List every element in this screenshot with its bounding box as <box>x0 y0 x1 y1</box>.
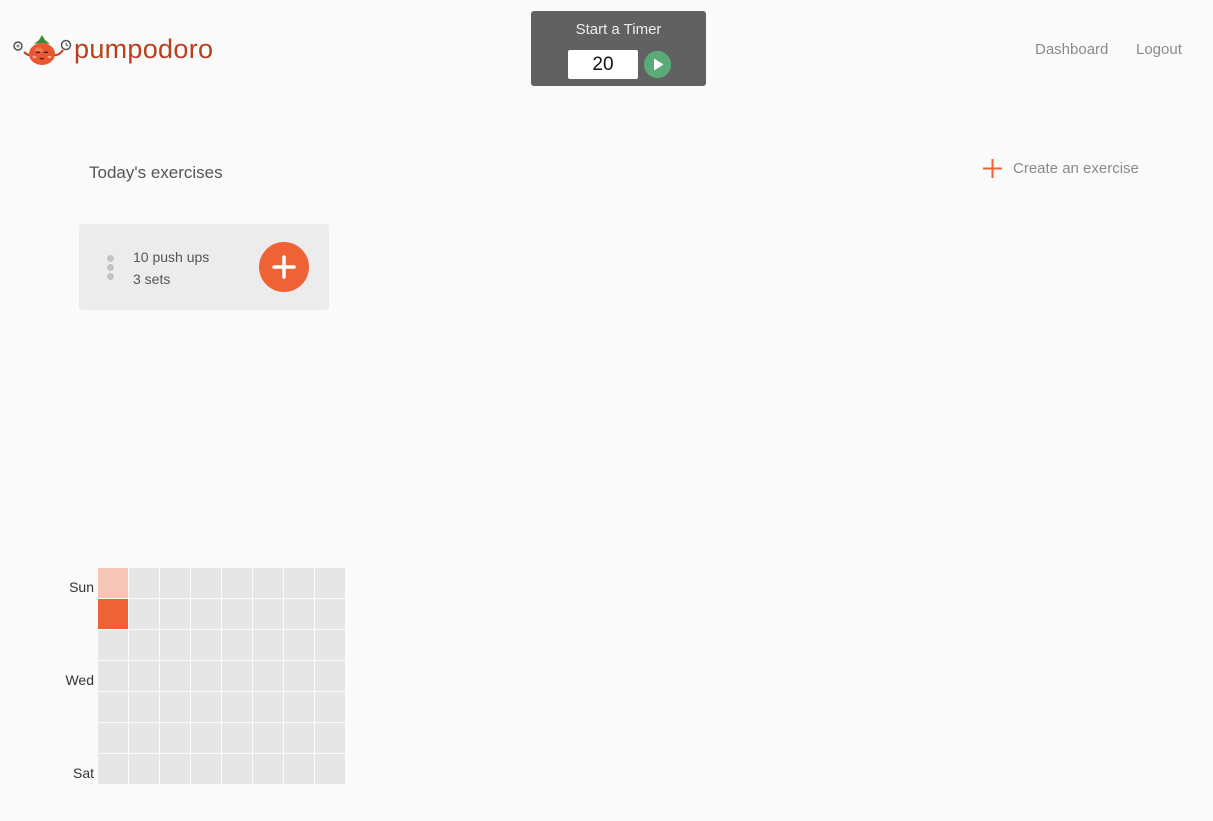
tomato-mascot-icon <box>13 35 72 65</box>
calendar-day-cell <box>191 692 221 722</box>
calendar-day-cell <box>191 630 221 660</box>
calendar-day-cell <box>160 661 190 691</box>
calendar-day-cell <box>160 754 190 784</box>
plus-icon <box>983 159 1002 178</box>
calendar-day-cell <box>98 661 128 691</box>
calendar-day-cell <box>284 723 314 753</box>
exercise-sets: 3 sets <box>133 271 171 287</box>
calendar-day-cell <box>98 723 128 753</box>
calendar-day-cell <box>253 599 283 629</box>
calendar-day-cell <box>253 754 283 784</box>
calendar-day-cell <box>284 630 314 660</box>
add-set-button[interactable] <box>259 242 309 292</box>
calendar-day-cell <box>253 692 283 722</box>
nav-dashboard-link[interactable]: Dashboard <box>1035 41 1108 58</box>
exercise-card: 10 push ups 3 sets <box>79 224 329 310</box>
calendar-day-cell <box>284 661 314 691</box>
calendar-day-cell <box>284 754 314 784</box>
calendar-day-cell <box>98 630 128 660</box>
calendar-day-cell <box>253 723 283 753</box>
calendar-day-cell <box>315 661 345 691</box>
calendar-day-cell <box>315 568 345 598</box>
calendar-day-label: Sun <box>69 579 94 595</box>
app-name: pumpodoro <box>74 33 214 64</box>
calendar-day-cell <box>222 599 252 629</box>
calendar-day-cell <box>253 568 283 598</box>
calendar-day-cell <box>315 723 345 753</box>
logo-link[interactable]: pumpodoro <box>12 30 213 68</box>
calendar-day-label: Sat <box>72 765 94 781</box>
calendar-day-cell <box>98 754 128 784</box>
nav-logout-link[interactable]: Logout <box>1136 41 1182 58</box>
calendar-day-cell <box>191 723 221 753</box>
drag-handle-icon[interactable] <box>107 255 115 281</box>
calendar-day-cell <box>160 723 190 753</box>
section-title: Today's exercises <box>89 163 223 182</box>
header: pumpodoro Start a Timer Dashboard Logout <box>0 0 1213 100</box>
calendar-day-cell <box>129 599 159 629</box>
calendar-day-cell <box>129 723 159 753</box>
timer-minutes-input[interactable] <box>568 50 638 79</box>
create-exercise-label: Create an exercise <box>1013 160 1139 177</box>
calendar-day-cell <box>222 661 252 691</box>
plus-icon <box>272 255 296 279</box>
calendar-day-cell <box>315 754 345 784</box>
calendar-day-cell <box>160 568 190 598</box>
calendar-day-cell <box>129 692 159 722</box>
calendar-day-cell <box>129 661 159 691</box>
calendar-day-cell <box>98 692 128 722</box>
calendar-day-cell <box>222 692 252 722</box>
calendar-day-cell <box>160 692 190 722</box>
calendar-day-cell <box>191 661 221 691</box>
calendar-day-cell <box>253 630 283 660</box>
calendar-day-cell <box>315 599 345 629</box>
calendar-day-cell <box>191 568 221 598</box>
calendar-day-cell <box>160 630 190 660</box>
calendar-day-cell <box>222 568 252 598</box>
calendar-day-cell <box>222 630 252 660</box>
calendar-day-cell <box>315 630 345 660</box>
calendar-day-cell <box>253 661 283 691</box>
calendar-day-cell <box>284 599 314 629</box>
calendar-day-label: Wed <box>65 672 94 688</box>
calendar-day-cell <box>129 630 159 660</box>
calendar-day-cell <box>191 754 221 784</box>
start-timer-button[interactable] <box>644 51 671 78</box>
calendar-day-cell <box>129 754 159 784</box>
calendar-day-cell <box>160 599 190 629</box>
exercise-name: 10 push ups <box>133 249 210 265</box>
calendar-day-cell <box>315 692 345 722</box>
calendar-day-cell <box>284 692 314 722</box>
calendar-day-cell <box>98 599 128 629</box>
timer-panel: Start a Timer <box>531 11 706 86</box>
calendar-day-cell <box>191 599 221 629</box>
calendar-day-cell <box>129 568 159 598</box>
calendar-day-cell <box>284 568 314 598</box>
create-exercise-button[interactable]: Create an exercise <box>982 158 1139 179</box>
timer-title: Start a Timer <box>575 21 662 38</box>
calendar-day-cell <box>222 754 252 784</box>
play-icon <box>644 51 671 78</box>
calendar-day-cell <box>98 568 128 598</box>
calendar-day-cell <box>222 723 252 753</box>
